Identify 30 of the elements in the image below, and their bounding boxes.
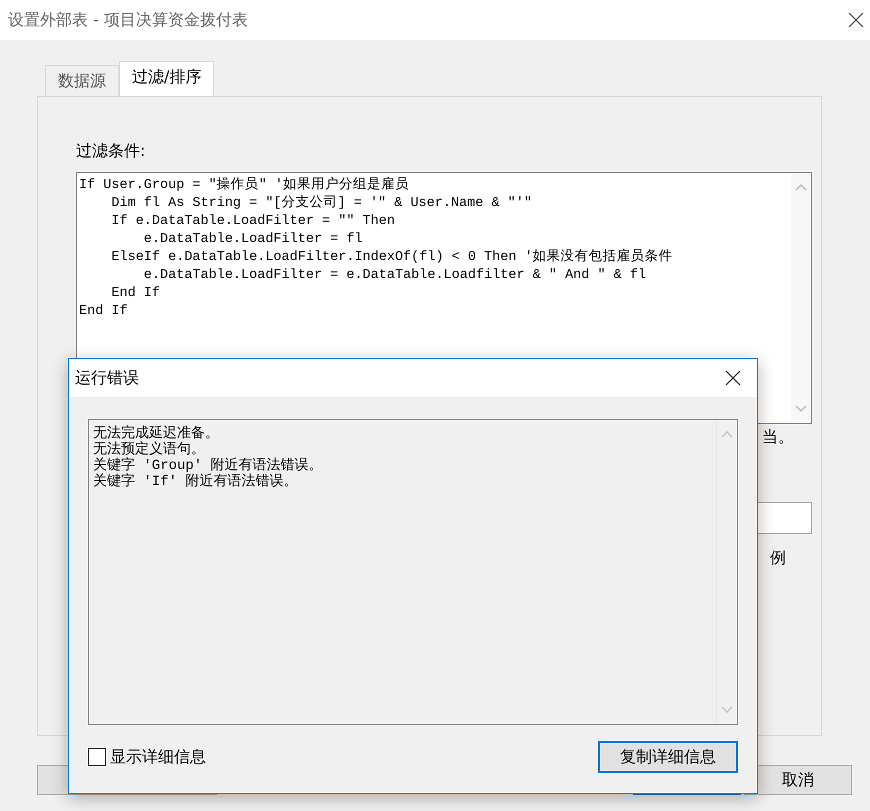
code-line: e.DataTable.LoadFilter = fl — [142, 231, 364, 249]
error-message: 无法完成延迟准备。 — [93, 426, 220, 442]
window-title: 设置外部表 - 项目决算资金拨付表 — [8, 10, 248, 30]
error-message: 关键字 'If' 附近有语法错误。 — [93, 474, 298, 490]
copy-details-button[interactable]: 复制详细信息 — [598, 741, 738, 773]
input-field[interactable] — [756, 502, 812, 534]
code-line: End If — [79, 303, 129, 321]
code-line: e.DataTable.LoadFilter = e.DataTable.Loadfilter & " And " & fl — [142, 267, 648, 285]
option-label: 例 — [770, 548, 786, 569]
scroll-up-icon[interactable] — [795, 183, 807, 191]
code-line: If e.DataTable.LoadFilter = "" Then — [110, 213, 396, 231]
filter-label: 过滤条件: — [76, 141, 146, 162]
close-icon[interactable] — [848, 12, 864, 28]
error-message: 关键字 'Group' 附近有语法错误。 — [93, 458, 324, 474]
checkbox-label: 显示详细信息 — [110, 746, 206, 768]
checkbox[interactable] — [88, 748, 106, 766]
scroll-up-icon[interactable] — [721, 430, 733, 438]
code-line: ElseIf e.DataTable.LoadFilter.IndexOf(fl) < 0 Then '如果没有包括雇员条件 — [110, 249, 674, 267]
code-line: Dim fl As String = "[分支公司] = '" & User.Name & "'" — [110, 195, 533, 213]
scroll-down-icon[interactable] — [795, 405, 807, 413]
code-line: End If — [110, 285, 162, 303]
show-details-checkbox[interactable]: 显示详细信息 — [88, 746, 206, 768]
scroll-down-icon[interactable] — [721, 706, 733, 714]
tab[interactable]: 数据源 — [45, 65, 119, 96]
error-message: 无法预定义语句。 — [93, 442, 206, 458]
code-line: If User.Group = "操作员" '如果用户分组是雇员 — [79, 177, 410, 194]
option-text: 当。 — [762, 427, 794, 448]
close-icon[interactable] — [725, 370, 741, 386]
dialog-title: 运行错误 — [75, 368, 139, 388]
tab[interactable]: 过滤/排序 — [119, 61, 214, 97]
